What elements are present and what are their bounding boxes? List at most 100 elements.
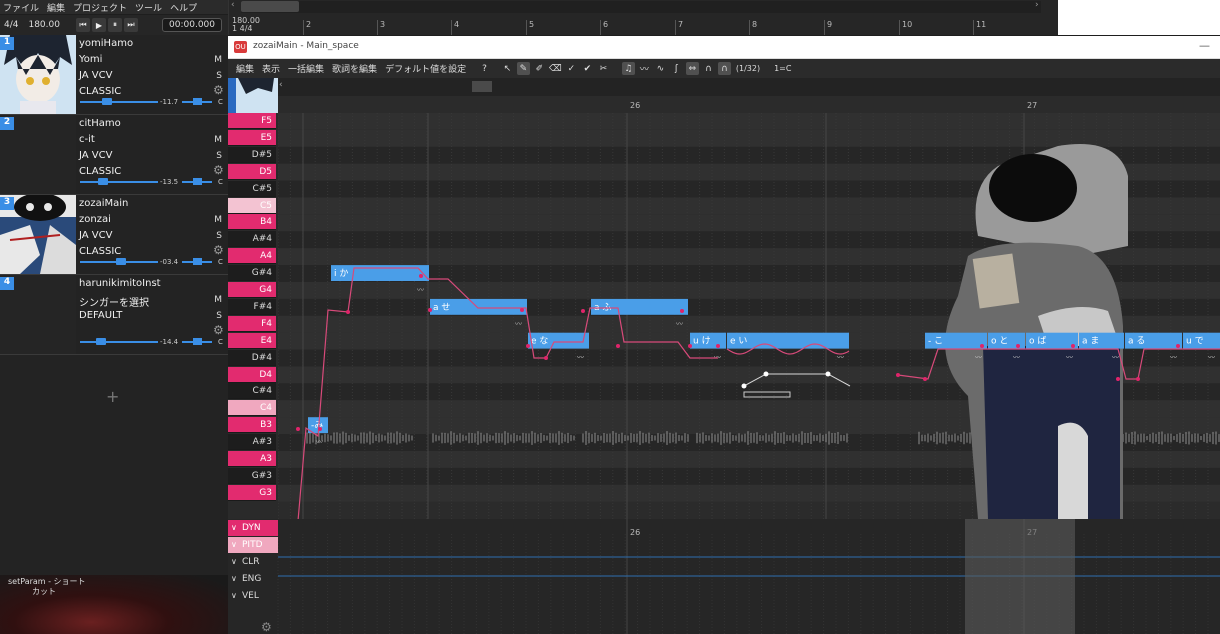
piano-key[interactable]: C#5 [228,180,276,197]
overwrite-pitch-tool-icon[interactable]: ✔ [581,62,594,75]
volume-slider[interactable] [80,98,158,105]
track-phonemizer[interactable]: DEFAULT [79,310,122,321]
piano-key[interactable]: G#3 [228,467,276,484]
loop-icon[interactable]: ∩ [717,62,731,75]
pr-menu-batch-edit[interactable]: 一括編集 [288,62,324,75]
forward-button[interactable]: ⏭ [123,18,138,32]
gear-icon[interactable]: ⚙ [213,323,224,337]
piano-key[interactable]: A#3 [228,434,276,451]
piano-key[interactable]: C5 [228,197,276,214]
piano-key[interactable]: C#4 [228,383,276,400]
solo-button[interactable]: S [216,71,222,81]
piano-key[interactable]: G4 [228,282,276,298]
key-setting[interactable]: 1=C [774,64,791,73]
track-singer[interactable]: シンガーを選択 [79,294,149,309]
chevron-down-icon[interactable]: ∨ [228,571,242,587]
rewind-button[interactable]: ⏮ [75,18,90,32]
piano-key[interactable]: F#4 [228,298,276,315]
track-phonemizer[interactable]: JA VCV [79,230,112,241]
menu-edit[interactable]: 編集 [44,0,70,14]
gear-icon[interactable]: ⚙ [213,83,224,97]
bpm-display[interactable]: 180.00 [28,20,60,30]
pr-menu-edit[interactable]: 編集 [236,62,254,75]
track-item[interactable]: 4 harunikimitoInst シンガーを選択 DEFAULT M S ⚙… [0,275,228,355]
track-name[interactable]: yomiHamo [79,38,133,49]
chevron-down-icon[interactable]: ∨ [228,588,242,604]
piano-key[interactable]: B3 [228,417,276,434]
gear-icon[interactable]: ⚙ [261,620,272,634]
piano-key[interactable]: A#4 [228,231,276,248]
time-signature[interactable]: 4/4 [4,20,18,30]
track-phonemizer[interactable]: JA VCV [79,150,112,161]
pencil-tool-icon[interactable]: ✎ [516,62,530,75]
solo-button[interactable]: S [216,151,222,161]
chevron-down-icon[interactable]: ∨ [228,537,242,553]
menu-help[interactable]: ヘルプ [167,0,202,14]
track-renderer[interactable]: CLASSIC [79,86,121,97]
draw-pitch-tool-icon[interactable]: ✓ [565,62,578,75]
scrollbar-thumb[interactable] [472,81,492,92]
minimize-icon[interactable]: — [1199,39,1210,52]
menu-project[interactable]: プロジェクト [70,0,132,14]
expression-dyn[interactable]: ∨ DYN [228,520,278,536]
track-renderer[interactable]: CLASSIC [79,166,121,177]
track-item[interactable]: 1 yomiHamo Yomi JA VCV CLASSIC M S ⚙ -11… [0,35,228,115]
track-item[interactable]: 2 citHamo c-it JA VCV CLASSIC M S ⚙ -13.… [0,115,228,195]
scroll-left-icon[interactable]: ‹ [279,80,283,90]
tips-icon[interactable]: ʃ [670,62,683,75]
piano-key[interactable]: D5 [228,163,276,180]
pitch-curve-icon[interactable]: ∿ [654,62,667,75]
vibrato-icon[interactable]: 〰 [638,62,651,75]
piano-key[interactable]: E4 [228,332,276,349]
track-singer[interactable]: zonzai [79,214,111,225]
mute-button[interactable]: M [214,55,222,65]
track-renderer[interactable]: CLASSIC [79,246,121,257]
menu-file[interactable]: ファイル [0,0,44,14]
note-canvas[interactable]: 26 27-み〰i か〰a せ〰e な〰a ふ〰u け〰e い〰- こ〰o と〰o… [278,96,1220,519]
piano-key[interactable]: C4 [228,400,276,417]
play-button[interactable]: ▶ [91,18,106,32]
horizontal-scrollbar[interactable] [241,1,1041,13]
track-name[interactable]: harunikimitoInst [79,278,161,289]
menu-tools[interactable]: ツール [132,0,167,14]
scroll-left-icon[interactable]: ‹ [231,0,235,10]
piano-key[interactable]: F5 [228,113,276,129]
pr-menu-view[interactable]: 表示 [262,62,280,75]
track-name[interactable]: zozaiMain [79,198,128,209]
pan-slider[interactable] [182,178,212,185]
gear-icon[interactable]: ⚙ [213,243,224,257]
pause-button[interactable]: ⏸ [107,18,122,32]
piano-key[interactable]: A4 [228,248,276,265]
volume-slider[interactable] [80,338,158,345]
note-grid[interactable]: 26 27 -み〰 i か〰 a せ〰 e な〰 a ふ〰 u け〰 e い〰 - こ〰 o と〰 o… [278,96,1220,519]
track-item[interactable]: 3 zozaiMain zonzai JA VCV CLASSIC M S ⚙ … [0,195,228,275]
mute-button[interactable]: M [214,295,222,305]
chevron-down-icon[interactable]: ∨ [228,554,242,570]
track-singer[interactable]: Yomi [79,54,102,65]
expression-pitd[interactable]: ∨ PITD [228,537,278,553]
pen-plus-tool-icon[interactable]: ✐ [533,62,546,75]
scroll-right-icon[interactable]: › [1035,0,1039,10]
scrollbar-thumb[interactable] [241,1,299,12]
piano-key[interactable]: B4 [228,214,276,231]
gear-icon[interactable]: ⚙ [213,163,224,177]
piano-key[interactable]: F4 [228,315,276,332]
volume-slider[interactable] [80,258,158,265]
piano-roll-scrollbar[interactable]: ‹ [278,78,1220,96]
chevron-down-icon[interactable]: ∨ [228,520,242,536]
knife-tool-icon[interactable]: ✂ [597,62,610,75]
piano-key[interactable]: D#5 [228,146,276,163]
track-singer[interactable]: c-it [79,134,95,145]
select-tool-icon[interactable]: ↖ [501,62,514,75]
piano-key[interactable]: G3 [228,484,276,501]
solo-button[interactable]: S [216,311,222,321]
pan-slider[interactable] [182,258,212,265]
mute-button[interactable]: M [214,135,222,145]
pan-slider[interactable] [182,98,212,105]
volume-slider[interactable] [80,178,158,185]
add-track-button[interactable]: + [106,387,119,406]
pan-slider[interactable] [182,338,212,345]
piano-key[interactable]: G#4 [228,265,276,282]
mute-button[interactable]: M [214,215,222,225]
eraser-tool-icon[interactable]: ⌫ [549,62,562,75]
